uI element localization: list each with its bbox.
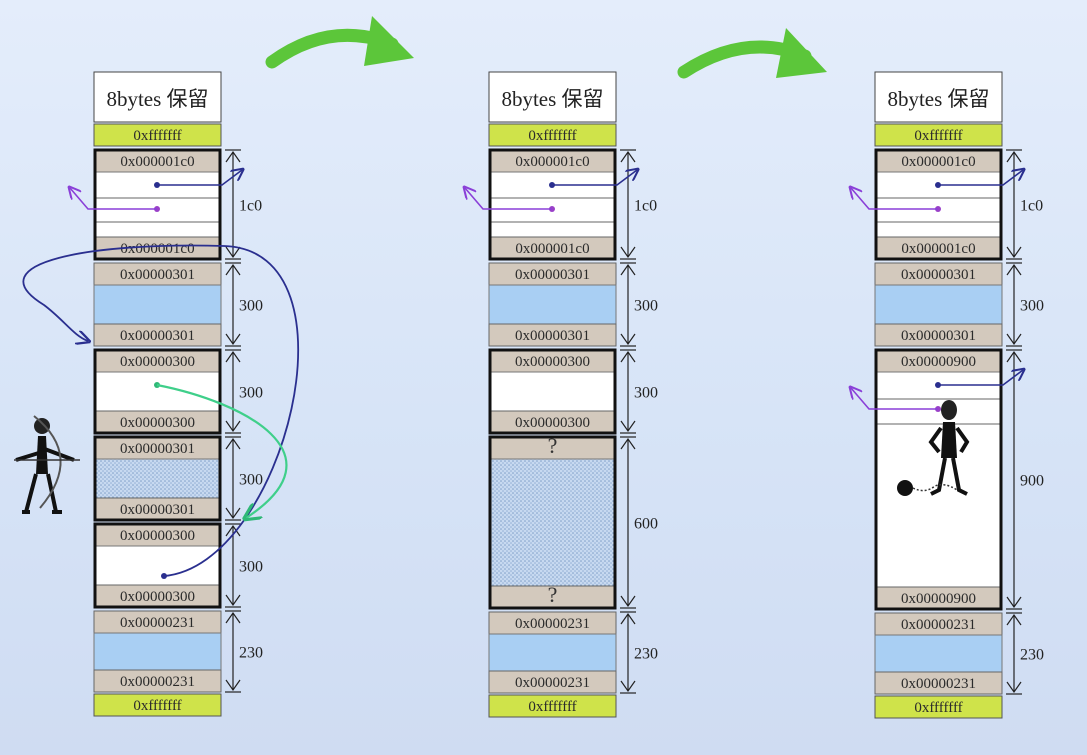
bottom-sentinel-label: 0xfffffff xyxy=(133,698,181,714)
chunk-body xyxy=(874,371,1003,588)
chunk-header-value: 0x000001c0 xyxy=(901,154,975,170)
chunk-header-value: 0x00000231 xyxy=(901,617,976,633)
prisoner-body xyxy=(941,422,957,458)
iron-ball xyxy=(897,480,913,496)
chunk-footer-value: 0x00000900 xyxy=(901,591,976,607)
chunk-body xyxy=(93,458,222,499)
chunk-footer-value: ? xyxy=(548,582,558,607)
chunk-header-value: 0x00000231 xyxy=(120,615,195,631)
chunk-size-label: 300 xyxy=(634,385,658,402)
chunk-header-value: 0x00000300 xyxy=(120,354,195,370)
top-sentinel-label: 0xfffffff xyxy=(914,128,962,144)
chunk-footer-value: 0x00000301 xyxy=(120,328,195,344)
chunk-footer-value: 0x00000301 xyxy=(120,502,195,518)
chunk-body xyxy=(93,284,222,325)
chunk-footer-value: 0x00000300 xyxy=(120,589,195,605)
top-sentinel-label: 0xfffffff xyxy=(528,128,576,144)
chunk-size-label: 300 xyxy=(1020,298,1044,315)
chunk-size-label: 230 xyxy=(1020,647,1044,664)
chunk-body xyxy=(93,545,222,586)
chunk-footer-value: 0x00000300 xyxy=(120,415,195,431)
chunk-size-label: 300 xyxy=(239,385,263,402)
heap-column-before: 8bytes 保留 0xfffffff 0x000001c0 0x000001c0 1c… xyxy=(93,71,263,717)
chunk-footer-value: 0x00000301 xyxy=(901,328,976,344)
chunk-footer-value: 0x000001c0 xyxy=(120,241,194,257)
chunk-body xyxy=(488,371,617,412)
chunk-header-value: 0x00000301 xyxy=(515,267,590,283)
chunk-footer-value: 0x000001c0 xyxy=(515,241,589,257)
chunk-size-label: 300 xyxy=(239,559,263,576)
chunk-header-value: 0x000001c0 xyxy=(120,154,194,170)
chunk-size-label: 1c0 xyxy=(239,198,262,215)
chunk-footer-value: 0x000001c0 xyxy=(901,241,975,257)
heap-column-merged-unknown: 8bytes 保留 0xfffffff 0x000001c0 0x000001c0 1c… xyxy=(488,71,658,718)
top-sentinel-label: 0xfffffff xyxy=(133,128,181,144)
chunk-header-value: 0x00000900 xyxy=(901,354,976,370)
chunk-size-label: 230 xyxy=(634,646,658,663)
chunk-body xyxy=(93,171,222,238)
chunk-header-value: 0x00000301 xyxy=(120,267,195,283)
big-arrow-2 xyxy=(677,28,827,79)
chunk-size-label: 300 xyxy=(634,298,658,315)
chunk-header-value: 0x000001c0 xyxy=(515,154,589,170)
chunk-body xyxy=(488,633,617,672)
chunk-size-label: 230 xyxy=(239,645,263,662)
archer-icon xyxy=(14,415,80,514)
heap-diagram: 8bytes 保留 0xfffffff 0x000001c0 0x000001c0 1c… xyxy=(14,16,1044,719)
reserved-header-label: 8bytes 保留 xyxy=(501,87,603,111)
chunk-header-value: 0x00000300 xyxy=(515,354,590,370)
chunk-body xyxy=(488,171,617,238)
chunk-header-value: 0x00000301 xyxy=(901,267,976,283)
heap-column-after-coalesce: 8bytes 保留 0xfffffff 0x000001c0 0x000001c0 1c… xyxy=(874,71,1044,719)
chunk-header-value: 0x00000300 xyxy=(120,528,195,544)
chunk-footer-value: 0x00000231 xyxy=(901,676,976,692)
prisoner-head xyxy=(941,400,957,420)
chunk-body xyxy=(93,371,222,412)
chunk-size-label: 300 xyxy=(239,472,263,489)
reserved-header-label: 8bytes 保留 xyxy=(106,87,208,111)
chunk-footer-value: 0x00000231 xyxy=(120,674,195,690)
chunk-size-label: 1c0 xyxy=(1020,198,1043,215)
chunk-header-value: 0x00000231 xyxy=(515,616,590,632)
chunk-size-label: 600 xyxy=(634,516,658,533)
chunk-body xyxy=(874,284,1003,325)
chunk-body xyxy=(874,171,1003,238)
chunk-size-label: 900 xyxy=(1020,473,1044,490)
chunk-body xyxy=(93,632,222,671)
chunk-body xyxy=(874,634,1003,673)
reserved-header-label: 8bytes 保留 xyxy=(887,87,989,111)
chunk-header-value: 0x00000301 xyxy=(120,441,195,457)
bottom-sentinel-label: 0xfffffff xyxy=(914,700,962,716)
archer-head xyxy=(34,418,50,434)
chunk-size-label: 300 xyxy=(239,298,263,315)
big-arrow-1 xyxy=(265,16,414,69)
chunk-footer-value: 0x00000300 xyxy=(515,415,590,431)
chunk-body xyxy=(488,284,617,325)
bottom-sentinel-label: 0xfffffff xyxy=(528,699,576,715)
chunk-footer-value: 0x00000231 xyxy=(515,675,590,691)
chunk-body xyxy=(488,458,617,587)
chunk-footer-value: 0x00000301 xyxy=(515,328,590,344)
chunk-size-label: 1c0 xyxy=(634,198,657,215)
